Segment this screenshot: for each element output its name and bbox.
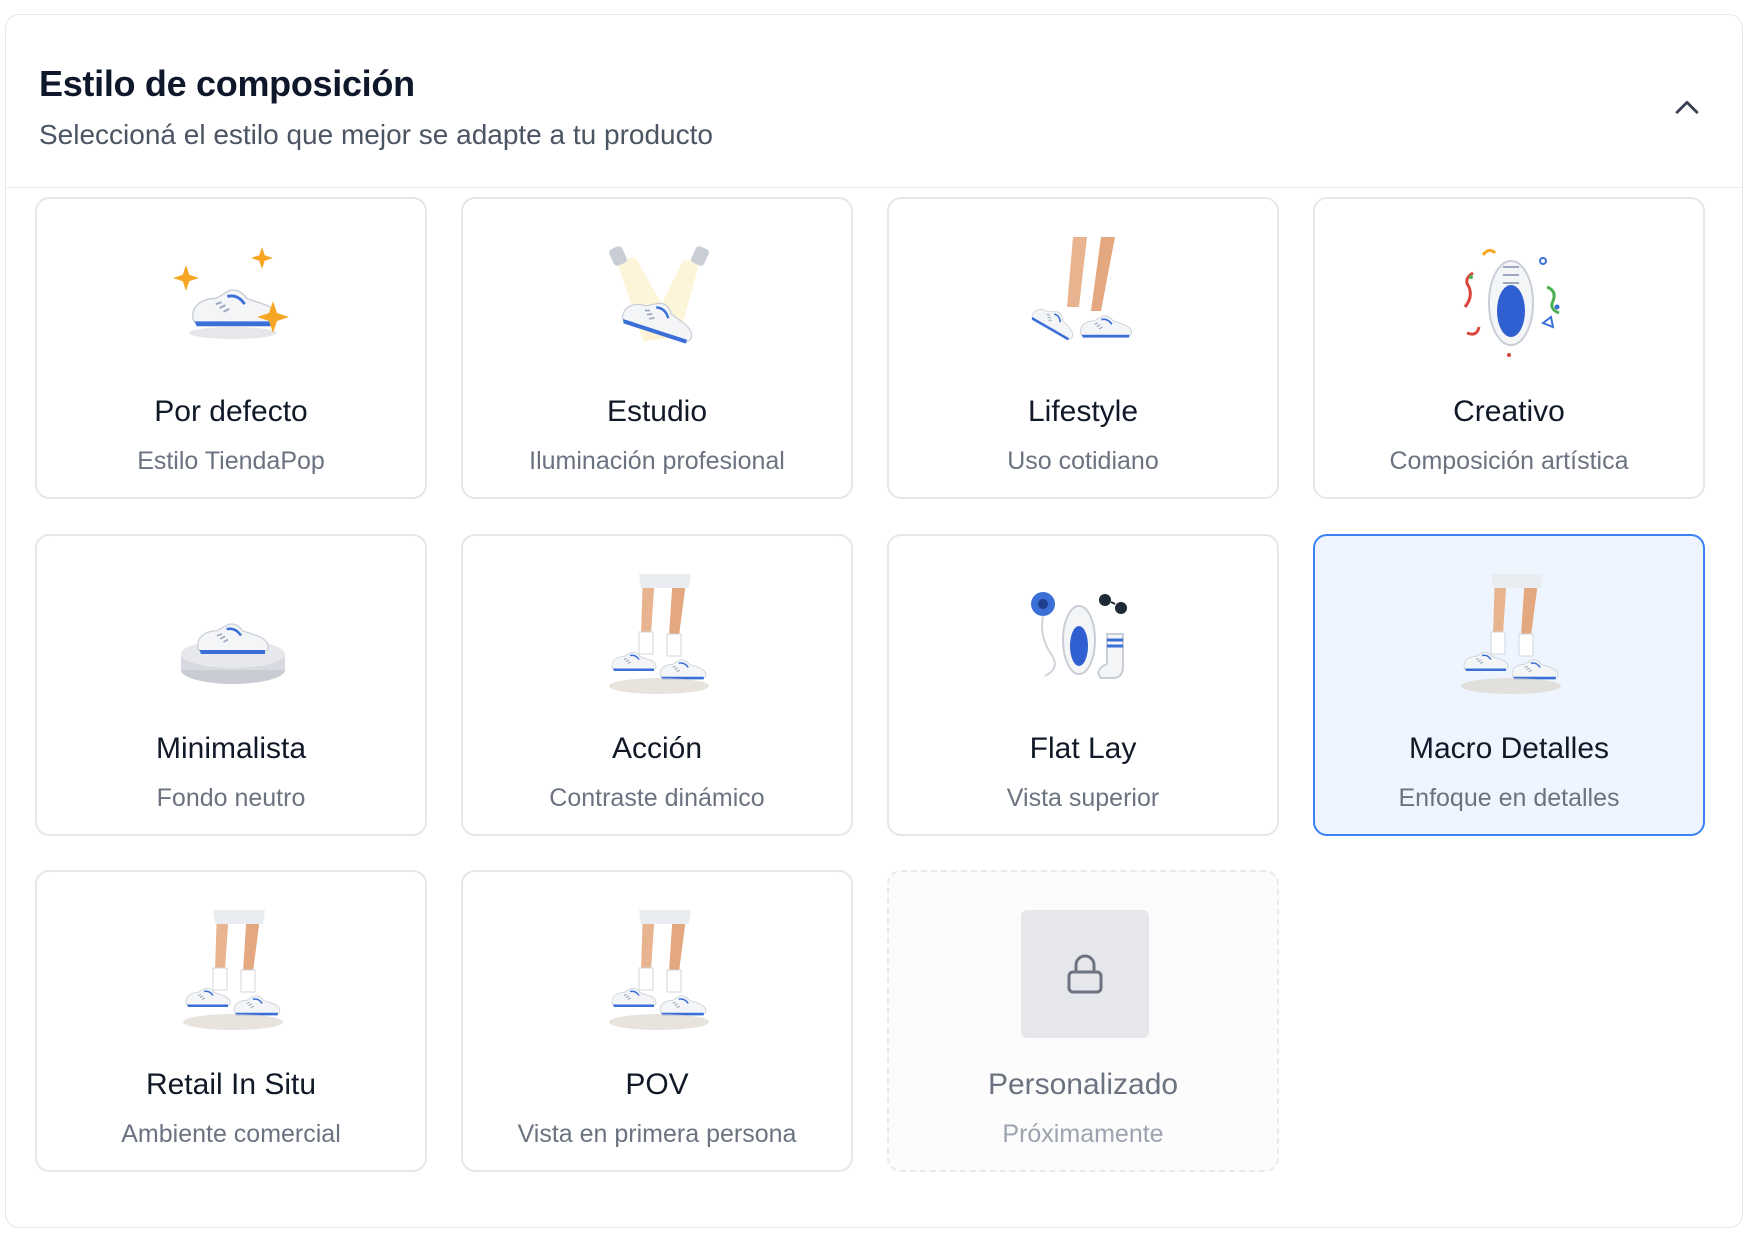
legs-running-icon <box>595 574 723 702</box>
style-name: Retail In Situ <box>145 1068 317 1101</box>
style-description: Contraste dinámico <box>549 784 765 812</box>
style-card-lifestyle[interactable]: Lifestyle Uso cotidiano <box>887 197 1279 499</box>
style-name: Minimalista <box>155 732 307 765</box>
style-card-personalizado: Personalizado Próximamente <box>887 870 1279 1172</box>
lock-placeholder <box>1021 910 1149 1038</box>
style-name: Lifestyle <box>1027 395 1139 428</box>
style-name: Macro Detalles <box>1408 732 1610 765</box>
style-name: Flat Lay <box>1029 732 1137 765</box>
panel-header[interactable]: Estilo de composición Seleccioná el esti… <box>6 15 1742 188</box>
panel-subtitle: Seleccioná el estilo que mejor se adapte… <box>39 119 713 150</box>
lock-icon <box>1067 954 1103 994</box>
legs-running-icon <box>169 910 297 1038</box>
style-card-macro-detalles[interactable]: Macro Detalles Enfoque en detalles <box>1313 534 1705 836</box>
style-description: Composición artística <box>1389 447 1629 475</box>
chevron-up-icon[interactable] <box>1670 91 1704 125</box>
style-description: Vista superior <box>1006 784 1160 812</box>
style-name: Creativo <box>1453 395 1565 428</box>
legs-walking-icon <box>1021 237 1149 365</box>
panel-title: Estilo de composición <box>39 63 415 104</box>
style-description: Enfoque en detalles <box>1398 784 1620 812</box>
sneaker-confetti-icon <box>1447 237 1575 365</box>
style-description: Ambiente comercial <box>121 1120 341 1148</box>
style-name: Acción <box>611 732 703 765</box>
sneaker-stars-icon <box>169 237 297 365</box>
style-name: Estudio <box>606 395 708 428</box>
style-name: POV <box>625 1068 689 1101</box>
style-card-retail-in-situ[interactable]: Retail In Situ Ambiente comercial <box>35 870 427 1172</box>
style-description: Fondo neutro <box>156 784 306 812</box>
composition-style-panel: Estilo de composición Seleccioná el esti… <box>5 14 1743 1228</box>
style-description: Iluminación profesional <box>529 447 785 475</box>
style-name: Por defecto <box>154 395 308 428</box>
style-card-flat-lay[interactable]: Flat Lay Vista superior <box>887 534 1279 836</box>
style-description: Estilo TiendaPop <box>137 447 325 475</box>
style-card-estudio[interactable]: Estudio Iluminación profesional <box>461 197 853 499</box>
style-description: Uso cotidiano <box>1007 447 1159 475</box>
style-description: Próximamente <box>1002 1120 1164 1148</box>
flat-lay-items-icon <box>1021 574 1149 702</box>
legs-running-icon <box>1447 574 1575 702</box>
legs-running-icon <box>595 910 723 1038</box>
style-card-por-defecto[interactable]: Por defecto Estilo TiendaPop <box>35 197 427 499</box>
sneaker-pedestal-icon <box>169 574 297 702</box>
style-description: Vista en primera persona <box>517 1120 797 1148</box>
style-card-minimalista[interactable]: Minimalista Fondo neutro <box>35 534 427 836</box>
style-card-accion[interactable]: Acción Contraste dinámico <box>461 534 853 836</box>
style-card-pov[interactable]: POV Vista en primera persona <box>461 870 853 1172</box>
style-card-creativo[interactable]: Creativo Composición artística <box>1313 197 1705 499</box>
style-name: Personalizado <box>987 1068 1179 1101</box>
sneaker-spotlights-icon <box>595 237 723 365</box>
